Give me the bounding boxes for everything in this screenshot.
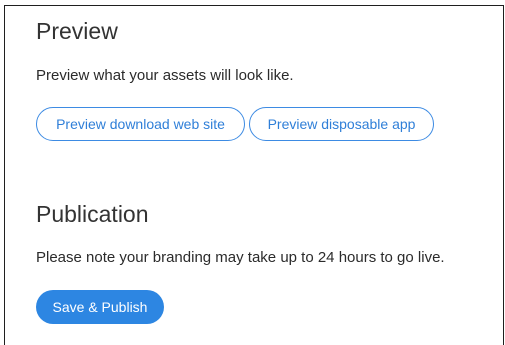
save-and-publish-button[interactable]: Save & Publish	[36, 290, 164, 324]
publication-description: Please note your branding may take up to…	[36, 249, 445, 266]
preview-section-title: Preview	[36, 18, 118, 44]
publication-section-title: Publication	[36, 201, 149, 227]
preview-download-web-site-button[interactable]: Preview download web site	[36, 107, 245, 141]
preview-description: Preview what your assets will look like.	[36, 67, 294, 84]
branding-panel: Preview Preview what your assets will lo…	[4, 5, 504, 345]
preview-disposable-app-button[interactable]: Preview disposable app	[249, 107, 434, 141]
